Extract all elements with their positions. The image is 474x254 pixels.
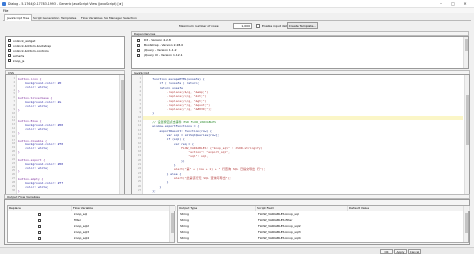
code-line: color: white; bbox=[18, 165, 49, 170]
line-number: 30 bbox=[11, 188, 15, 192]
output-type-cell[interactable]: String bbox=[179, 212, 189, 217]
script-field-cell[interactable]: FLOW_VARIABLES.knop_sql2 bbox=[257, 224, 301, 229]
code-line: color: white; bbox=[18, 84, 49, 89]
replace-checkbox[interactable] bbox=[38, 213, 41, 216]
library-checkbox[interactable] bbox=[8, 54, 11, 57]
output-flow-variables-panel: Replace Flow Variable knop_sql filter knop… bbox=[4, 199, 470, 245]
replace-grid: Replace Flow Variable knop_sql filter knop… bbox=[7, 205, 176, 243]
replace-scrollbar[interactable] bbox=[169, 206, 174, 242]
replace-checkbox[interactable] bbox=[38, 219, 41, 222]
dependency-checkbox[interactable] bbox=[137, 49, 140, 52]
scrollbar-thumb[interactable] bbox=[465, 39, 468, 51]
minimize-button[interactable]: – bbox=[436, 1, 446, 7]
replace-checkbox[interactable] bbox=[38, 237, 41, 240]
scrollbar-thumb[interactable] bbox=[121, 80, 124, 150]
options-row: Maximum number of rows: 1,000 Enable inp… bbox=[4, 22, 470, 31]
code-line: } bbox=[18, 188, 20, 193]
code-line: color: white; bbox=[18, 146, 49, 151]
output-variables-grid: Output Type Script Field Default Value S… bbox=[177, 205, 470, 243]
scrollbar-thumb[interactable] bbox=[466, 95, 469, 145]
flow-variable-cell[interactable]: knop_sql bbox=[73, 212, 87, 217]
dependencies-scrollbar[interactable] bbox=[463, 37, 468, 68]
maximize-button[interactable]: □ bbox=[448, 1, 458, 7]
ok-button[interactable]: OK bbox=[380, 249, 393, 254]
tab-javascript-tree[interactable]: JavaScript Tree bbox=[4, 14, 33, 21]
code-line: color: white; bbox=[18, 103, 49, 108]
dependency-item[interactable]: jQuery UI - Version 1.12.1 bbox=[137, 53, 183, 58]
close-button[interactable]: ✕ bbox=[460, 1, 470, 7]
tab-script-generation[interactable]: Script Generation bbox=[31, 15, 61, 21]
library-checkbox[interactable] bbox=[8, 59, 11, 62]
tab-sa-manager-selection[interactable]: SA Manager Selection bbox=[102, 15, 139, 21]
replace-checkbox[interactable] bbox=[38, 231, 41, 234]
libraries-panel: onlinck_widget onlinck-bottom-bootstrap … bbox=[5, 36, 125, 69]
enable-input-data-label: Enable input data bbox=[262, 24, 289, 28]
flow-variable-cell[interactable]: filter bbox=[73, 218, 81, 223]
javascript-editor[interactable]: 1 function escapeHTML(unsafe) {2 if ( !u… bbox=[131, 74, 470, 195]
code-line: } bbox=[18, 107, 20, 112]
script-field-cell[interactable]: FLOW_VARIABLES.knop_sql bbox=[257, 212, 299, 217]
script-field-cell[interactable]: FLOW_VARIABLES.knop_sql3 bbox=[257, 230, 301, 235]
tab-templates[interactable]: Templates bbox=[59, 15, 78, 21]
code-line: } bbox=[18, 169, 20, 174]
tab-flow-variables[interactable]: Flow Variables bbox=[79, 15, 105, 21]
flow-variable-cell[interactable]: knop_sql2 bbox=[73, 224, 89, 229]
enable-input-data-checkbox[interactable] bbox=[256, 23, 260, 28]
code-line: color: white; bbox=[18, 184, 49, 189]
column-header[interactable]: Output Type bbox=[178, 206, 256, 211]
dependency-checkbox[interactable] bbox=[137, 44, 140, 47]
tab-strip: JavaScript Tree Script Generation Templa… bbox=[3, 14, 471, 21]
output-type-cell[interactable]: String bbox=[179, 224, 189, 229]
output-type-cell[interactable]: String bbox=[179, 218, 189, 223]
window-title: Dialog - 5.1764|0.17783.1993 - Generic J… bbox=[8, 2, 123, 6]
css-editor[interactable]: 1 button.icon {2 background-color: #0 3 co… bbox=[5, 74, 125, 195]
library-checkbox[interactable] bbox=[8, 49, 11, 52]
output-scrollbar[interactable] bbox=[463, 206, 468, 242]
line-number: 27 bbox=[137, 188, 141, 192]
flow-variable-cell[interactable]: knop_sql4 bbox=[73, 236, 89, 241]
code-line: } bbox=[18, 88, 20, 93]
library-checkbox[interactable] bbox=[8, 44, 11, 47]
dependency-checkbox[interactable] bbox=[137, 39, 140, 42]
code-line: } bbox=[18, 150, 20, 155]
code-line: } bbox=[18, 130, 20, 135]
library-checkbox[interactable] bbox=[8, 39, 11, 42]
code-line: } bbox=[145, 111, 155, 116]
script-field-cell[interactable]: FLOW_VARIABLES.filter bbox=[257, 218, 293, 223]
css-scrollbar[interactable] bbox=[119, 75, 124, 194]
app-icon bbox=[2, 2, 6, 6]
javascript-scrollbar[interactable] bbox=[464, 75, 469, 194]
max-rows-spinner[interactable]: 1,000 bbox=[233, 23, 252, 29]
code-line: }; bbox=[145, 188, 156, 193]
scrollbar-thumb[interactable] bbox=[171, 213, 174, 233]
status-bar: OK Apply Cancel bbox=[0, 247, 474, 254]
cancel-button[interactable]: Cancel bbox=[408, 249, 421, 254]
column-header[interactable]: Replace bbox=[8, 206, 72, 211]
menu-file[interactable]: File bbox=[3, 9, 8, 13]
script-field-cell[interactable]: FLOW_VARIABLES.knop_sql4 bbox=[257, 236, 301, 241]
apply-button[interactable]: Apply bbox=[394, 249, 407, 254]
max-rows-label: Maximum number of rows: bbox=[179, 24, 220, 28]
menu-bar: File bbox=[0, 8, 474, 13]
column-header[interactable]: Default Value bbox=[348, 206, 470, 211]
column-header[interactable]: Script Field bbox=[256, 206, 348, 211]
code-line: color: white; bbox=[18, 127, 49, 132]
column-header[interactable]: Flow Variable bbox=[72, 206, 176, 211]
scrollbar-thumb[interactable] bbox=[465, 213, 468, 233]
output-type-cell[interactable]: String bbox=[179, 236, 189, 241]
dependencies-panel: D3 - Version 4.2.8 Bootstrap - Version 2… bbox=[131, 36, 469, 69]
output-type-cell[interactable]: String bbox=[179, 230, 189, 235]
dependency-checkbox[interactable] bbox=[137, 54, 140, 57]
create-template-button[interactable]: Create Template... bbox=[287, 22, 318, 29]
library-item[interactable]: knop_js bbox=[8, 58, 24, 63]
replace-checkbox[interactable] bbox=[38, 225, 41, 228]
flow-variable-cell[interactable]: knop_sql3 bbox=[73, 230, 89, 235]
code-line: .replace(/'/g, "&#039;"); bbox=[145, 107, 212, 112]
window-title-bar: Dialog - 5.1764|0.17783.1993 - Generic J… bbox=[0, 0, 474, 8]
